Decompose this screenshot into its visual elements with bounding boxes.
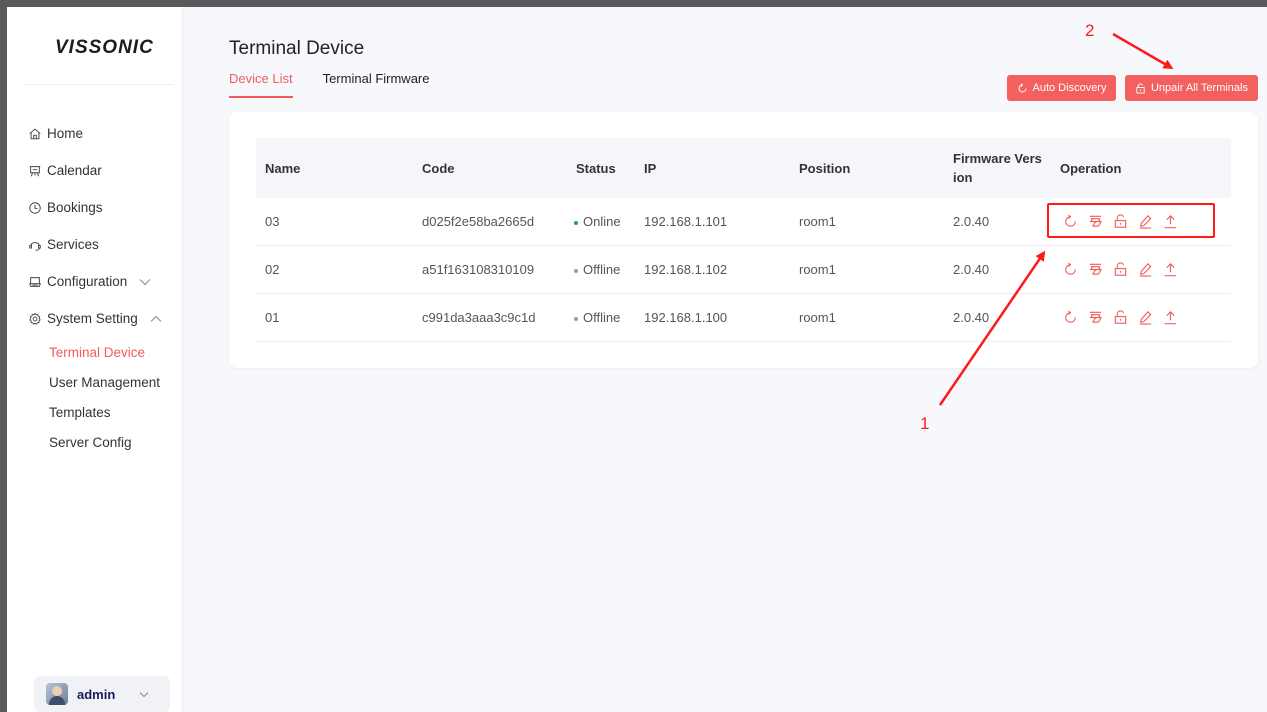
page-title: Terminal Device — [229, 38, 365, 59]
sidebar-subitem-server-config[interactable]: Server Config — [7, 427, 183, 457]
sidebar-item-services[interactable]: Services — [7, 226, 183, 263]
cell-position: room1 — [799, 214, 836, 229]
logo: VISSONIC — [55, 37, 154, 58]
cell-firmware: 2.0.40 — [953, 262, 990, 277]
unlock-icon[interactable] — [1112, 261, 1129, 278]
status-text: Offline — [583, 262, 621, 277]
sidebar: VISSONIC Home Calendar Bookings Services… — [7, 7, 183, 712]
cell-name: 01 — [265, 310, 280, 325]
sidebar-item-label: Configuration — [47, 274, 128, 289]
header-firmware-version: Firmware Vers ion — [953, 151, 1042, 185]
window-frame-left — [0, 0, 7, 712]
tabs: Device List Terminal Firmware — [229, 71, 459, 98]
projector-icon[interactable] — [1087, 261, 1104, 278]
user-menu[interactable]: admin — [34, 676, 170, 712]
cell-firmware: 2.0.40 — [953, 214, 990, 229]
cell-ip: 192.168.1.101 — [644, 214, 728, 229]
auto-discovery-button[interactable]: Auto Discovery — [1007, 75, 1116, 101]
sidebar-item-calendar[interactable]: Calendar — [7, 152, 183, 189]
configuration-icon — [29, 276, 41, 287]
status-dot — [574, 268, 578, 273]
cell-name: 02 — [265, 262, 280, 277]
user-name: admin — [77, 686, 116, 702]
sidebar-item-home[interactable]: Home — [7, 115, 183, 152]
sidebar-item-system-setting[interactable]: System Setting — [7, 300, 183, 337]
upload-icon[interactable] — [1162, 309, 1179, 326]
status-badge: Offline — [574, 310, 620, 325]
chevron-down-icon — [139, 278, 151, 285]
avatar — [46, 683, 68, 705]
home-icon — [29, 128, 41, 139]
sidebar-item-label: Home — [47, 126, 84, 141]
unpair-all-label: Unpair All Terminals — [1150, 82, 1248, 94]
status-dot — [574, 316, 578, 321]
cell-firmware: 2.0.40 — [953, 310, 990, 325]
projector-icon[interactable] — [1087, 309, 1104, 326]
auto-discovery-label: Auto Discovery — [1032, 82, 1107, 94]
chevron-up-icon — [150, 315, 162, 322]
device-table: Name Code Status IP Position Firmware Ve… — [256, 138, 1231, 342]
cell-position: room1 — [799, 310, 836, 325]
services-icon — [29, 241, 41, 251]
cell-ip: 192.168.1.100 — [644, 310, 728, 325]
cell-name: 03 — [265, 214, 280, 229]
table-row: 02 a51f163108310109 Offline 192.168.1.10… — [256, 246, 1231, 294]
header-status: Status — [576, 160, 616, 176]
row-operations — [1062, 309, 1187, 326]
sidebar-item-label: System Setting — [47, 311, 138, 326]
status-text: Online — [583, 214, 621, 229]
edit-icon[interactable] — [1137, 261, 1154, 278]
status-dot — [574, 220, 578, 225]
sidebar-subitem-terminal-device[interactable]: Terminal Device — [7, 337, 183, 367]
calendar-icon — [29, 165, 41, 176]
annotation-label-2: 2 — [1085, 21, 1095, 40]
divider — [24, 84, 174, 85]
table-header: Name Code Status IP Position Firmware Ve… — [256, 138, 1231, 198]
table-row: 01 c991da3aaa3c9c1d Offline 192.168.1.10… — [256, 294, 1231, 342]
refresh-icon — [1018, 82, 1026, 92]
annotation-highlight-box — [1047, 203, 1215, 238]
unlock-icon — [1136, 83, 1145, 94]
sidebar-subitem-user-management[interactable]: User Management — [7, 367, 183, 397]
header-code: Code — [422, 160, 455, 176]
tab-device-list[interactable]: Device List — [229, 71, 293, 98]
clock-icon — [29, 201, 41, 214]
status-text: Offline — [583, 310, 621, 325]
tab-terminal-firmware[interactable]: Terminal Firmware — [323, 71, 430, 98]
status-badge: Online — [574, 214, 621, 229]
unlock-icon[interactable] — [1112, 309, 1129, 326]
sidebar-item-label: Services — [47, 237, 99, 252]
sidebar-item-label: Bookings — [47, 200, 103, 215]
refresh-icon[interactable] — [1062, 309, 1079, 326]
sidebar-item-bookings[interactable]: Bookings — [7, 189, 183, 226]
unpair-all-terminals-button[interactable]: Unpair All Terminals — [1125, 75, 1258, 101]
sidebar-nav: Home Calendar Bookings Services Configur… — [7, 115, 183, 457]
header-operation: Operation — [1060, 160, 1122, 176]
edit-icon[interactable] — [1137, 309, 1154, 326]
cell-ip: 192.168.1.102 — [644, 262, 728, 277]
header-name: Name — [265, 160, 301, 176]
sidebar-item-configuration[interactable]: Configuration — [7, 263, 183, 300]
window-frame-top — [0, 0, 1267, 7]
row-operations — [1062, 261, 1187, 278]
sidebar-subitem-templates[interactable]: Templates — [7, 397, 183, 427]
status-badge: Offline — [574, 262, 620, 277]
cell-position: room1 — [799, 262, 836, 277]
header-position: Position — [799, 160, 851, 176]
annotation-label-1: 1 — [920, 414, 930, 433]
chevron-down-icon — [139, 691, 149, 697]
refresh-icon[interactable] — [1062, 261, 1079, 278]
upload-icon[interactable] — [1162, 261, 1179, 278]
cell-code: c991da3aaa3c9c1d — [422, 310, 536, 325]
device-table-card: Name Code Status IP Position Firmware Ve… — [229, 112, 1258, 368]
cell-code: d025f2e58ba2665d — [422, 214, 535, 229]
sidebar-item-label: Calendar — [47, 163, 102, 178]
annotation-arrow-2 — [1112, 32, 1174, 70]
cell-code: a51f163108310109 — [422, 262, 535, 277]
settings-icon — [29, 312, 41, 325]
header-ip: IP — [644, 160, 657, 176]
